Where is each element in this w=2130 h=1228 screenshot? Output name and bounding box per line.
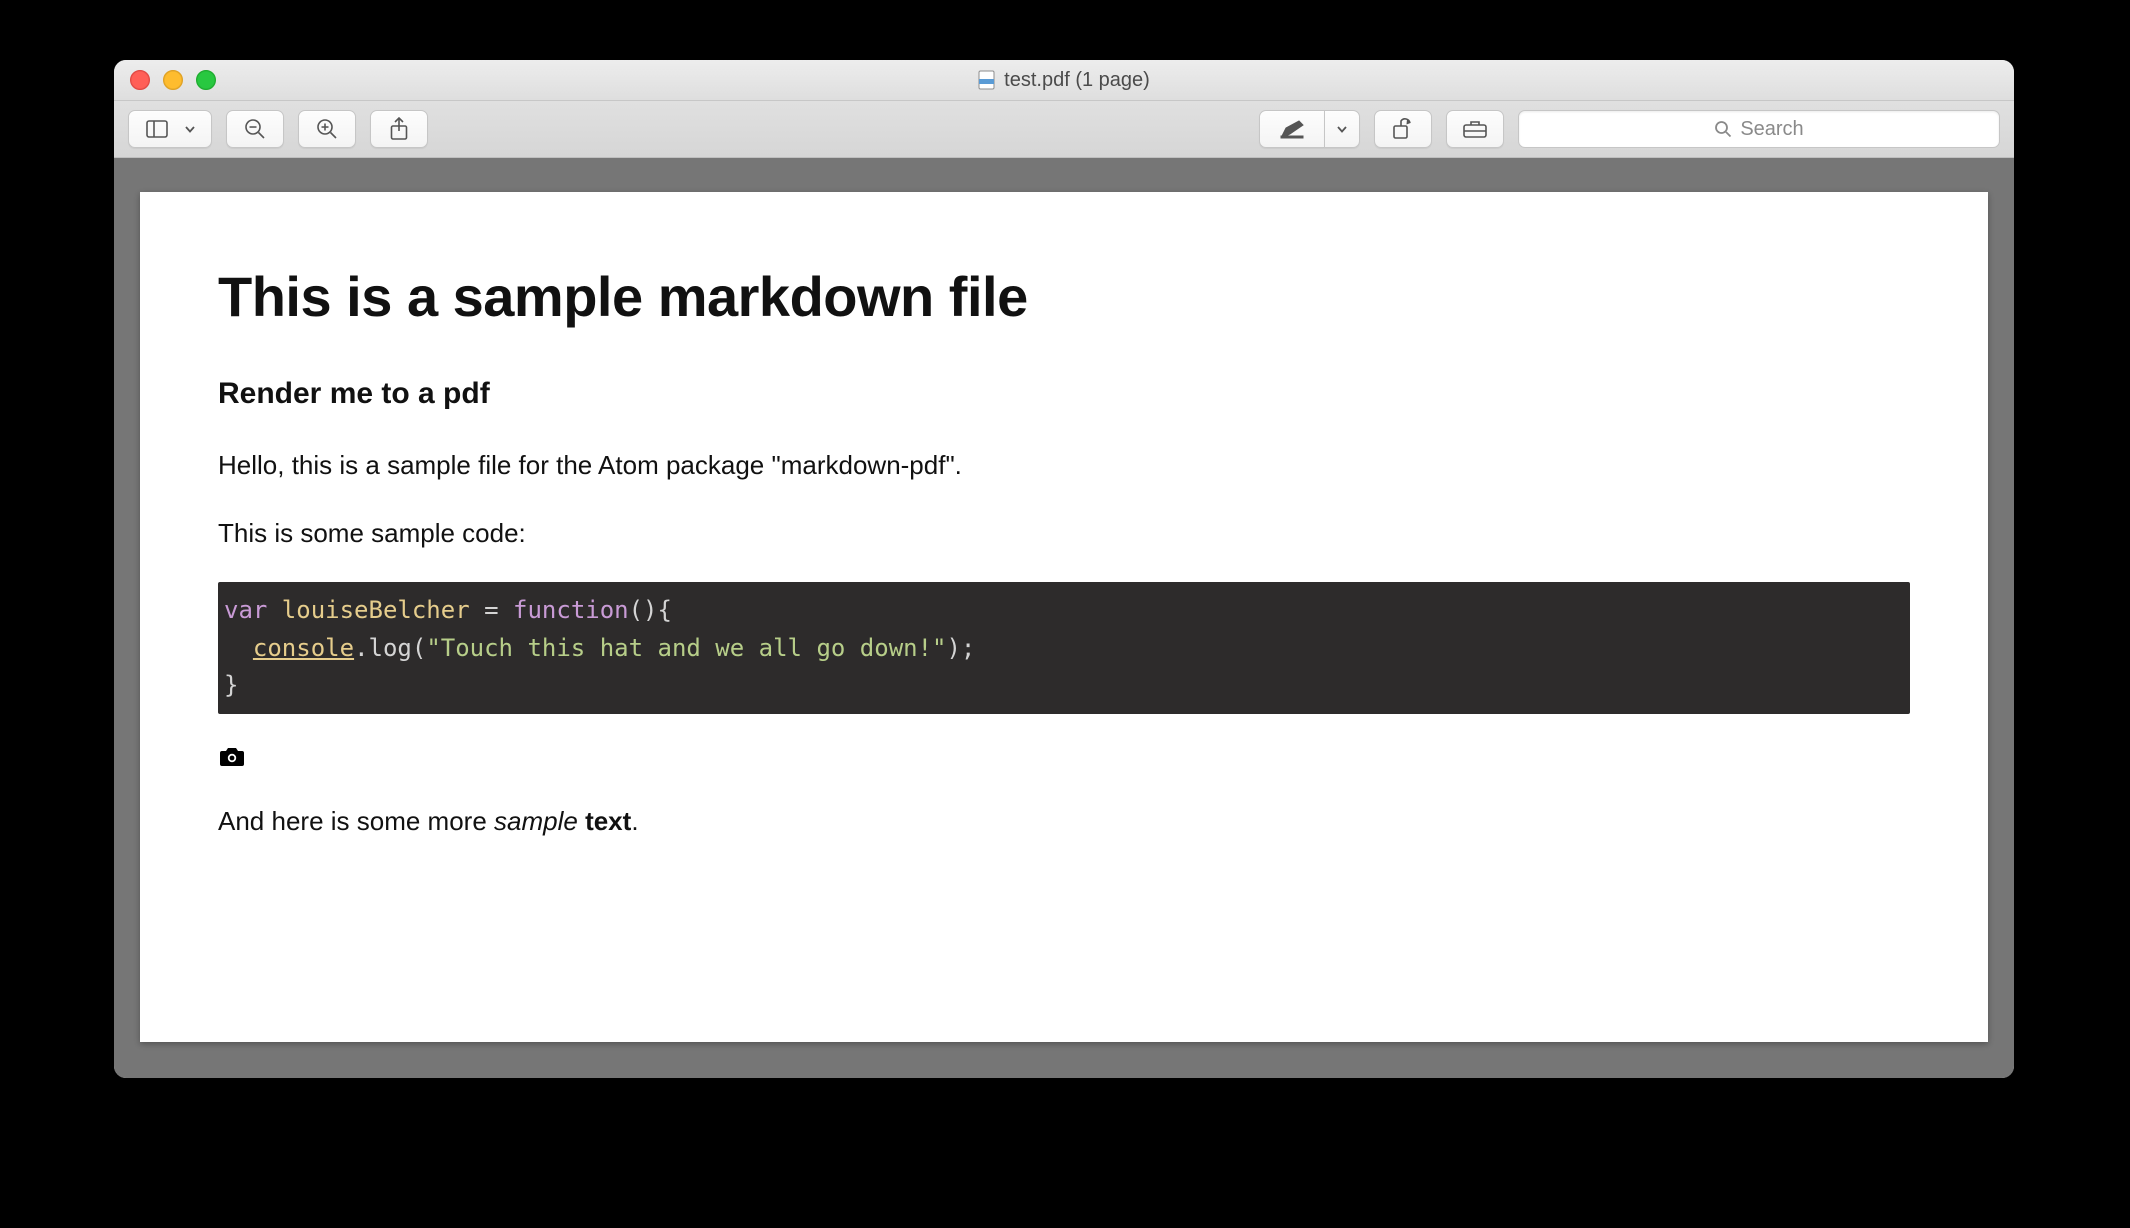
camera-icon: [218, 744, 246, 768]
minimize-window-button[interactable]: [163, 70, 183, 90]
pdf-file-icon: [978, 70, 996, 90]
code-block: var louiseBelcher = function(){ console.…: [218, 582, 1910, 714]
annotate-button-group: [1259, 110, 1360, 148]
code-token: =: [484, 596, 513, 624]
highlighter-icon: [1279, 119, 1305, 139]
code-token: console: [253, 634, 354, 662]
text-run: And here is some more: [218, 806, 494, 836]
window-title-text: test.pdf (1 page): [1004, 69, 1150, 92]
chevron-down-icon: [1337, 126, 1347, 133]
code-token: function: [513, 596, 629, 624]
window-title: test.pdf (1 page): [114, 69, 2014, 92]
search-placeholder: Search: [1740, 118, 1803, 141]
doc-paragraph-3: And here is some more sample text.: [218, 803, 1910, 841]
code-token: var: [224, 596, 267, 624]
code-token: }: [224, 671, 238, 699]
traffic-lights: [130, 70, 216, 90]
zoom-in-icon: [316, 118, 338, 140]
zoom-out-icon: [244, 118, 266, 140]
broken-image-icon: [218, 744, 1910, 773]
code-token: );: [946, 634, 975, 662]
doc-paragraph-1: Hello, this is a sample file for the Ato…: [218, 447, 1910, 485]
code-token: [224, 634, 253, 662]
doc-heading-2: Render me to a pdf: [218, 377, 1910, 411]
text-italic: sample: [494, 806, 585, 836]
zoom-in-button[interactable]: [298, 110, 356, 148]
zoom-window-button[interactable]: [196, 70, 216, 90]
doc-paragraph-2: This is some sample code:: [218, 515, 1910, 553]
code-token: louiseBelcher: [267, 596, 484, 624]
highlight-menu-button[interactable]: [1324, 110, 1360, 148]
markup-toolbox-button[interactable]: [1446, 110, 1504, 148]
share-icon: [389, 117, 409, 141]
highlight-button[interactable]: [1259, 110, 1324, 148]
zoom-out-button[interactable]: [226, 110, 284, 148]
chevron-down-icon: [185, 126, 195, 133]
code-token: .log(: [354, 634, 426, 662]
search-icon: [1714, 120, 1732, 138]
rotate-button[interactable]: [1374, 110, 1432, 148]
sidebar-toggle-button[interactable]: [128, 110, 212, 148]
doc-heading-1: This is a sample markdown file: [218, 264, 1910, 329]
close-window-button[interactable]: [130, 70, 150, 90]
pdf-page: This is a sample markdown file Render me…: [140, 192, 1988, 1042]
toolbox-icon: [1462, 119, 1488, 139]
toolbar: Search: [114, 101, 2014, 158]
preview-window: test.pdf (1 page): [114, 60, 2014, 1078]
text-bold: text: [585, 806, 631, 836]
titlebar: test.pdf (1 page): [114, 60, 2014, 101]
code-token: "Touch this hat and we all go down!": [426, 634, 946, 662]
sidebar-icon: [146, 120, 168, 138]
share-button[interactable]: [370, 110, 428, 148]
text-run: .: [631, 806, 638, 836]
search-field[interactable]: Search: [1518, 110, 2000, 148]
rotate-icon: [1391, 118, 1415, 140]
code-token: (){: [629, 596, 672, 624]
document-viewport[interactable]: This is a sample markdown file Render me…: [114, 158, 2014, 1078]
